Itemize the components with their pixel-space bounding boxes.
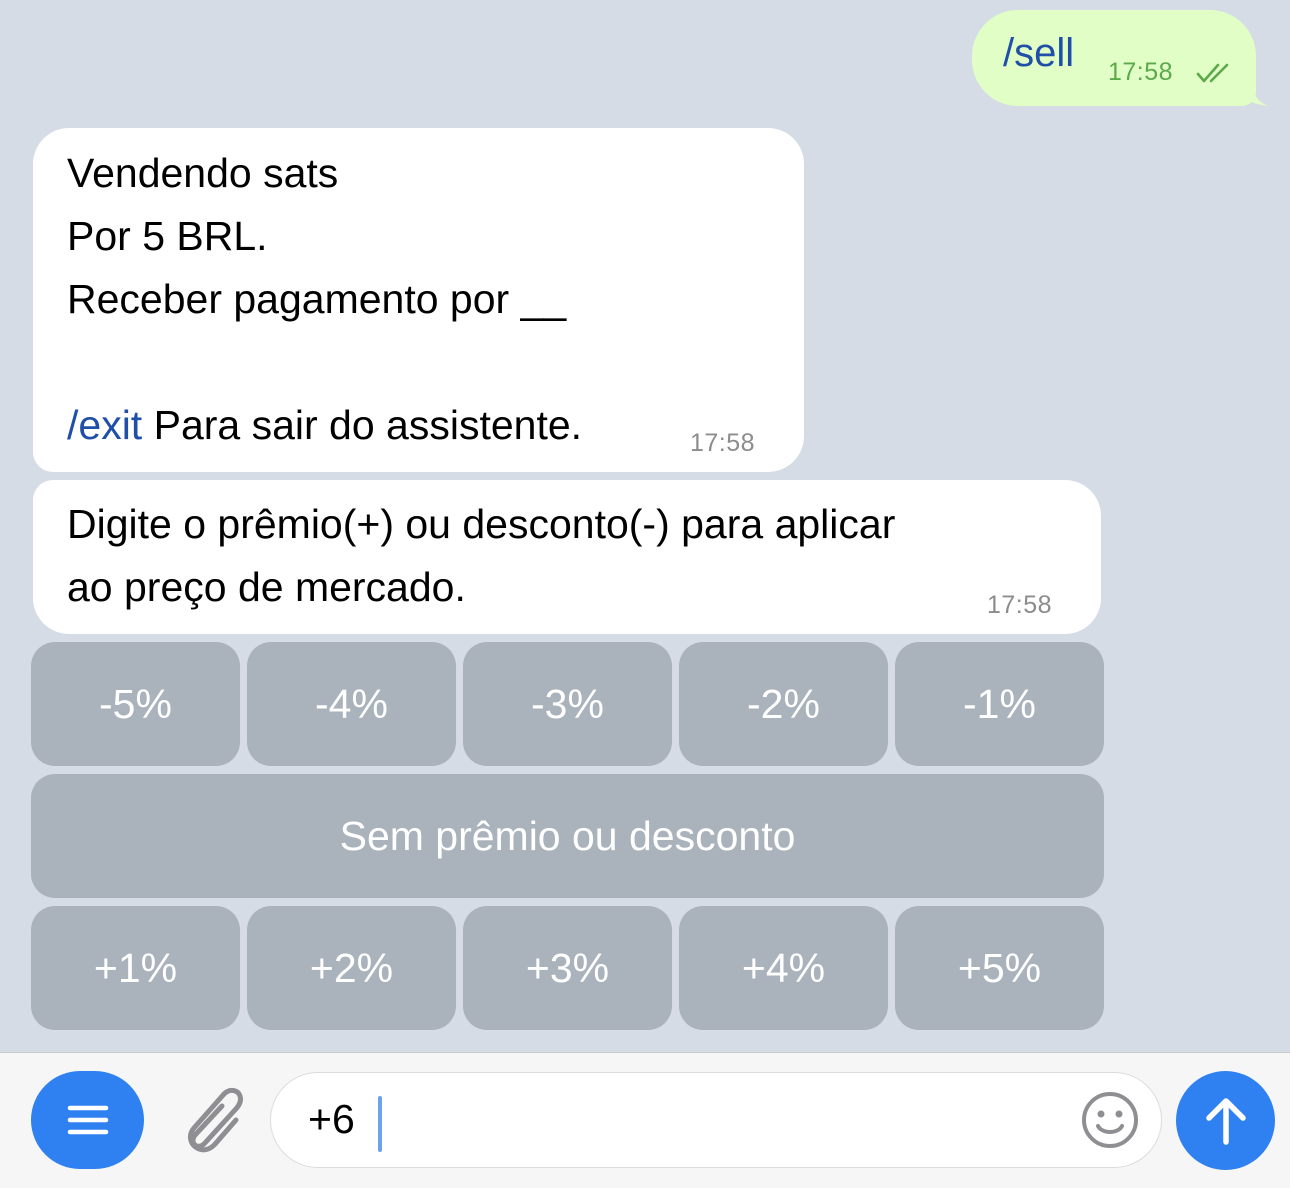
keyboard-button-minus-3[interactable]: -3% xyxy=(463,642,672,766)
message-line: Receber pagamento por __ xyxy=(67,276,567,322)
keyboard-button-minus-4[interactable]: -4% xyxy=(247,642,456,766)
outgoing-message-time: 17:58 xyxy=(1108,58,1174,86)
incoming-message-time: 17:58 xyxy=(987,591,1053,619)
exit-command-description: Para sair do assistente. xyxy=(142,402,583,448)
message-line: ao preço de mercado. xyxy=(67,564,466,610)
keyboard-button-plus-4[interactable]: +4% xyxy=(679,906,888,1030)
double-check-icon xyxy=(1196,63,1229,83)
emoji-icon[interactable] xyxy=(1080,1090,1140,1150)
send-button[interactable] xyxy=(1176,1071,1275,1170)
paperclip-icon[interactable] xyxy=(172,1080,244,1160)
message-input-text[interactable]: +6 xyxy=(308,1094,355,1144)
message-input-field[interactable] xyxy=(270,1072,1162,1168)
bot-menu-button[interactable] xyxy=(31,1071,144,1169)
keyboard-button-plus-5[interactable]: +5% xyxy=(895,906,1104,1030)
chat-area[interactable]: /sell 17:58 Vendendo sats Por 5 BRL. Rec… xyxy=(0,0,1290,1052)
keyboard-button-minus-5[interactable]: -5% xyxy=(31,642,240,766)
outgoing-bubble-tail xyxy=(1238,82,1272,108)
message-line: Digite o prêmio(+) ou desconto(-) para a… xyxy=(67,501,896,547)
arrow-up-icon xyxy=(1205,1097,1246,1145)
keyboard-button-plus-3[interactable]: +3% xyxy=(463,906,672,1030)
outgoing-message-text[interactable]: /sell xyxy=(1003,27,1074,79)
keyboard-button-minus-1[interactable]: -1% xyxy=(895,642,1104,766)
message-line: Por 5 BRL. xyxy=(67,213,268,259)
keyboard-button-plus-2[interactable]: +2% xyxy=(247,906,456,1030)
menu-icon xyxy=(67,1105,108,1135)
message-line: Vendendo sats xyxy=(67,150,339,196)
exit-command-link[interactable]: /exit xyxy=(67,402,142,448)
incoming-message-time: 17:58 xyxy=(690,429,756,457)
message-line: /exit Para sair do assistente. xyxy=(67,400,582,450)
keyboard-button-minus-2[interactable]: -2% xyxy=(679,642,888,766)
keyboard-button-plus-1[interactable]: +1% xyxy=(31,906,240,1030)
keyboard-button-no-premium[interactable]: Sem prêmio ou desconto xyxy=(31,774,1104,898)
text-caret xyxy=(378,1096,382,1152)
